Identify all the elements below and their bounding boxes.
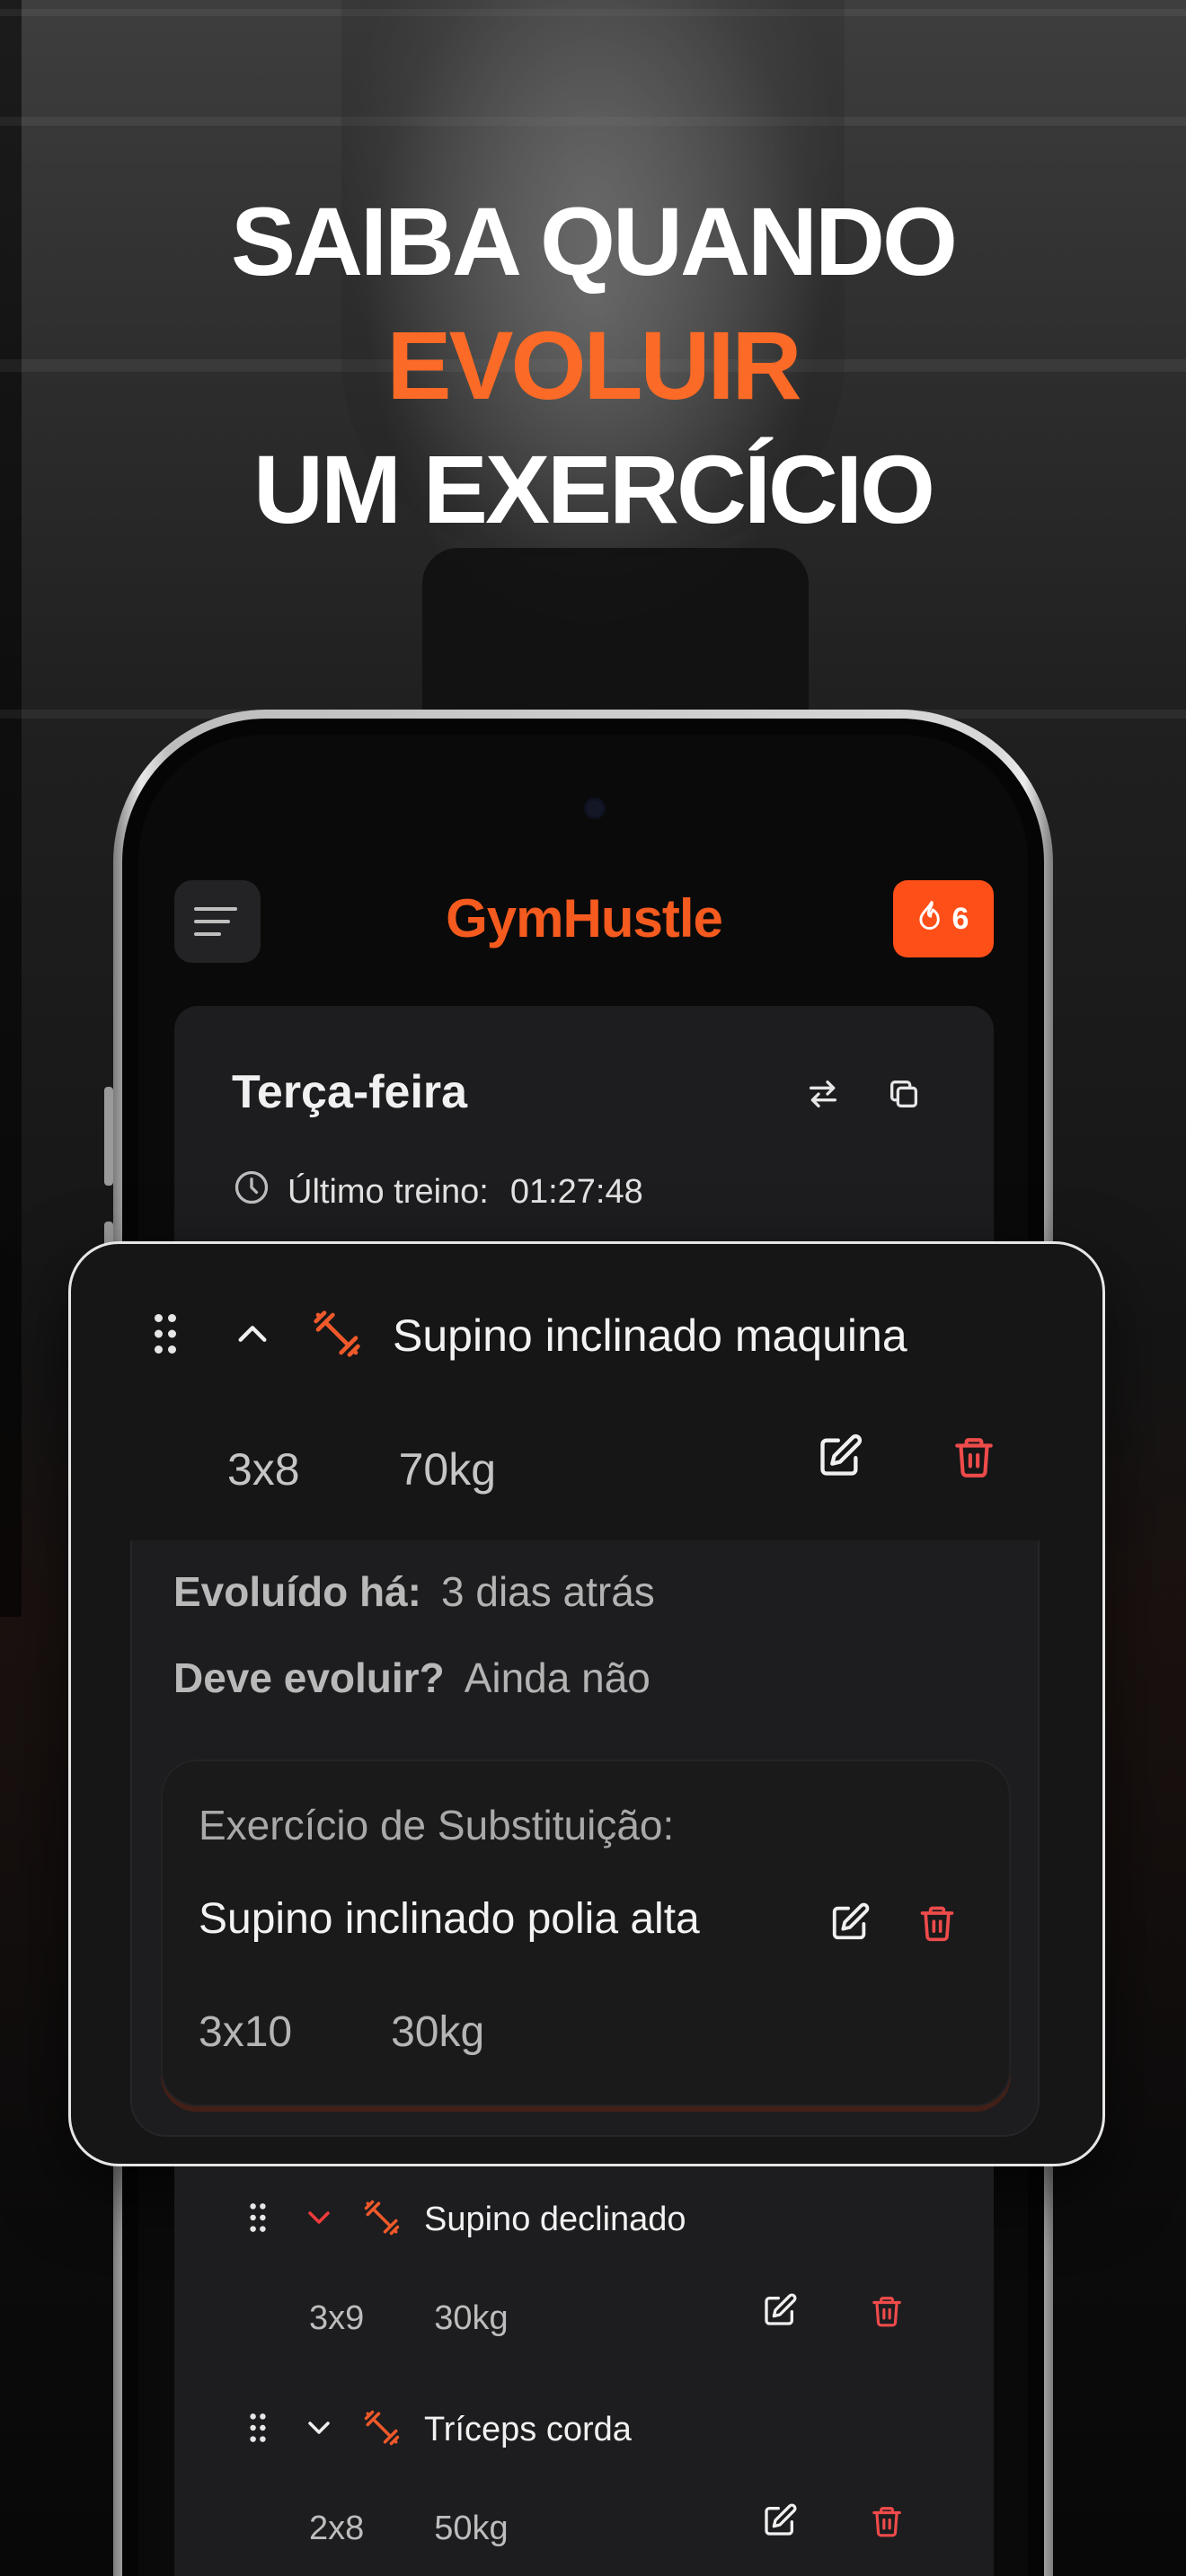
headline-line-2: EVOLUIR (386, 311, 801, 419)
edit-icon[interactable] (829, 1901, 871, 1948)
flame-icon (918, 900, 945, 939)
evolved-label: Evoluído há: (173, 1568, 421, 1615)
chevron-down-icon[interactable] (305, 2208, 332, 2231)
list-item-header: Supino declinado (248, 2199, 686, 2240)
substitution-card: Exercício de Substituição: Supino inclin… (161, 1760, 1011, 2106)
substitution-name: Supino inclinado polia alta (199, 1895, 700, 1943)
day-actions (805, 1076, 922, 1116)
substitution-stats: 3x10 30kg (199, 2007, 484, 2057)
headline-line-3: UM EXERCÍCIO (252, 435, 935, 543)
edit-icon[interactable] (762, 2502, 798, 2544)
exercise-stats: 3x8 70kg (227, 1443, 496, 1495)
trash-icon[interactable] (870, 2292, 904, 2333)
app-header: GymHustle 6 (174, 880, 994, 963)
list-item-sets-reps: 2x8 (309, 2510, 365, 2547)
streak-count: 6 (951, 901, 969, 936)
chevron-up-icon[interactable] (235, 1320, 270, 1351)
dumbbell-icon (363, 2199, 401, 2240)
drag-handle-icon[interactable] (248, 2201, 268, 2237)
trash-icon[interactable] (951, 1433, 996, 1485)
swap-icon[interactable] (805, 1076, 841, 1116)
substitution-weight: 30kg (391, 2008, 485, 2056)
should-evolve-value: Ainda não (464, 1654, 651, 1701)
last-workout-row: Último treino: 01:27:48 (232, 1168, 643, 1216)
list-item-stats: 2x8 50kg (309, 2510, 509, 2548)
expanded-exercise-card[interactable]: Supino inclinado maquina 3x8 70kg Evoluí… (68, 1241, 1105, 2166)
dumbbell-icon (312, 1309, 362, 1363)
substitution-actions (829, 1901, 957, 1948)
list-item-sets-reps: 3x9 (309, 2299, 365, 2337)
front-camera (584, 798, 606, 819)
list-item-name: Tríceps corda (424, 2410, 632, 2448)
dumbbell-icon (363, 2409, 401, 2450)
should-evolve-row: Deve evoluir? Ainda não (173, 1654, 651, 1702)
drag-handle-icon[interactable] (152, 1311, 179, 1360)
exercise-details: Evoluído há: 3 dias atrás Deve evoluir? Ai… (130, 1540, 1040, 2137)
list-item-actions (762, 2502, 904, 2544)
list-item[interactable]: Supino declinado 3x9 30kg (174, 2166, 994, 2364)
trash-icon[interactable] (917, 1901, 957, 1948)
list-item-header: Tríceps corda (248, 2409, 632, 2450)
last-workout-label: Último treino: (288, 1172, 489, 1211)
athlete-shorts (422, 548, 809, 710)
weight: 70kg (398, 1444, 497, 1495)
substitution-sets-reps: 3x10 (199, 2008, 293, 2056)
list-item-weight: 50kg (434, 2510, 509, 2547)
streak-badge[interactable]: 6 (893, 880, 994, 957)
chevron-down-icon[interactable] (305, 2418, 332, 2441)
day-title: Terça-feira (232, 1066, 468, 1118)
sets-reps: 3x8 (227, 1444, 300, 1495)
substitution-label: Exercício de Substituição: (199, 1802, 675, 1848)
list-item[interactable]: Tríceps corda 2x8 50kg (174, 2377, 994, 2574)
should-evolve-label: Deve evoluir? (173, 1654, 445, 1701)
drag-handle-icon[interactable] (248, 2412, 268, 2448)
list-item-actions (762, 2292, 904, 2333)
list-item-weight: 30kg (434, 2299, 509, 2337)
app-logo: GymHustle (446, 888, 723, 948)
evolved-value: 3 dias atrás (441, 1568, 655, 1615)
clock-icon (232, 1168, 271, 1216)
phone-side-button (104, 1087, 113, 1186)
edit-icon[interactable] (762, 2292, 798, 2333)
duplicate-icon[interactable] (886, 1076, 922, 1116)
evolved-row: Evoluído há: 3 dias atrás (173, 1567, 655, 1616)
list-item-name: Supino declinado (424, 2200, 686, 2238)
exercise-actions (817, 1433, 996, 1485)
headline-line-1: SAIBA QUANDO (230, 187, 958, 296)
trash-icon[interactable] (870, 2502, 904, 2544)
edit-icon[interactable] (817, 1433, 863, 1485)
day-card: Terça-feira Último treino: 01:27:48 (174, 1006, 994, 1275)
exercise-list: Supino declinado 3x9 30kg Tríceps corda … (174, 2166, 994, 2576)
exercise-header: Supino inclinado maquina (152, 1309, 907, 1363)
exercise-name: Supino inclinado maquina (393, 1310, 907, 1361)
last-workout-time: 01:27:48 (509, 1172, 643, 1211)
list-item-stats: 3x9 30kg (309, 2299, 509, 2338)
promo-headline: SAIBA QUANDO EVOLUIR UM EXERCÍCIO (0, 180, 1186, 551)
